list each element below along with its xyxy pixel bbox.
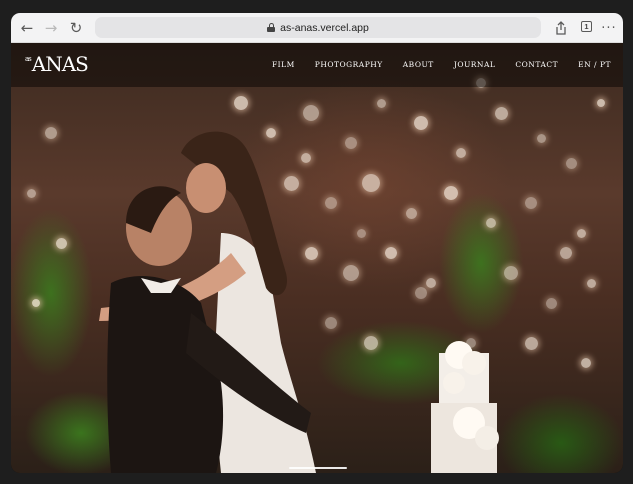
wedding-cake-image <box>431 341 499 473</box>
bokeh-light <box>385 247 397 259</box>
site-header: asANAS FILM PHOTOGRAPHY ABOUT JOURNAL CO… <box>11 43 623 87</box>
couple-image <box>99 131 316 473</box>
bokeh-light <box>524 336 538 350</box>
main-nav: FILM PHOTOGRAPHY ABOUT JOURNAL CONTACT E… <box>272 60 611 69</box>
forward-arrow-icon[interactable]: → <box>41 18 61 38</box>
nav-film[interactable]: FILM <box>272 60 295 69</box>
reload-icon[interactable]: ↻ <box>66 18 86 38</box>
hero-photo <box>11 43 623 473</box>
bokeh-light <box>26 188 36 198</box>
bokeh-light <box>597 99 605 107</box>
bokeh-light <box>55 237 67 249</box>
bokeh-light <box>405 207 417 219</box>
bokeh-light <box>415 287 427 299</box>
bokeh-light <box>364 336 378 350</box>
browser-toolbar: ← → ↻ as-anas.vercel.app 1 ··· <box>11 13 623 43</box>
bokeh-light <box>560 247 572 259</box>
bokeh-light <box>504 266 518 280</box>
bokeh-light <box>456 148 466 158</box>
more-icon[interactable]: ··· <box>599 18 619 38</box>
bokeh-light <box>444 186 458 200</box>
bokeh-light <box>545 297 557 309</box>
bokeh-light <box>362 174 380 192</box>
browser-window: ← → ↻ as-anas.vercel.app 1 ··· asANAS FI… <box>11 13 623 473</box>
bokeh-light <box>356 228 366 238</box>
nav-about[interactable]: ABOUT <box>403 60 434 69</box>
nav-language[interactable]: EN / PT <box>578 60 611 69</box>
share-icon[interactable] <box>551 18 571 38</box>
address-bar[interactable]: as-anas.vercel.app <box>95 17 541 38</box>
home-indicator <box>289 467 347 469</box>
bokeh-light <box>426 278 436 288</box>
nav-journal[interactable]: JOURNAL <box>454 60 496 69</box>
bokeh-light <box>586 278 596 288</box>
bokeh-light <box>576 228 586 238</box>
bokeh-light <box>581 358 591 368</box>
page-viewport: asANAS FILM PHOTOGRAPHY ABOUT JOURNAL CO… <box>11 43 623 473</box>
bokeh-light <box>565 157 577 169</box>
bokeh-light <box>494 106 508 120</box>
bokeh-light <box>376 98 386 108</box>
nav-contact[interactable]: CONTACT <box>515 60 558 69</box>
nav-photography[interactable]: PHOTOGRAPHY <box>315 60 383 69</box>
url-text: as-anas.vercel.app <box>280 21 369 34</box>
tabs-icon[interactable]: 1 <box>581 21 592 32</box>
bokeh-light <box>525 197 537 209</box>
bokeh-light <box>536 133 546 143</box>
site-logo[interactable]: asANAS <box>25 52 89 76</box>
bokeh-light <box>414 116 428 130</box>
lock-icon <box>267 23 276 32</box>
bokeh-light <box>32 299 40 307</box>
bokeh-light <box>45 127 57 139</box>
back-arrow-icon[interactable]: ← <box>17 18 37 38</box>
bokeh-light <box>486 218 496 228</box>
